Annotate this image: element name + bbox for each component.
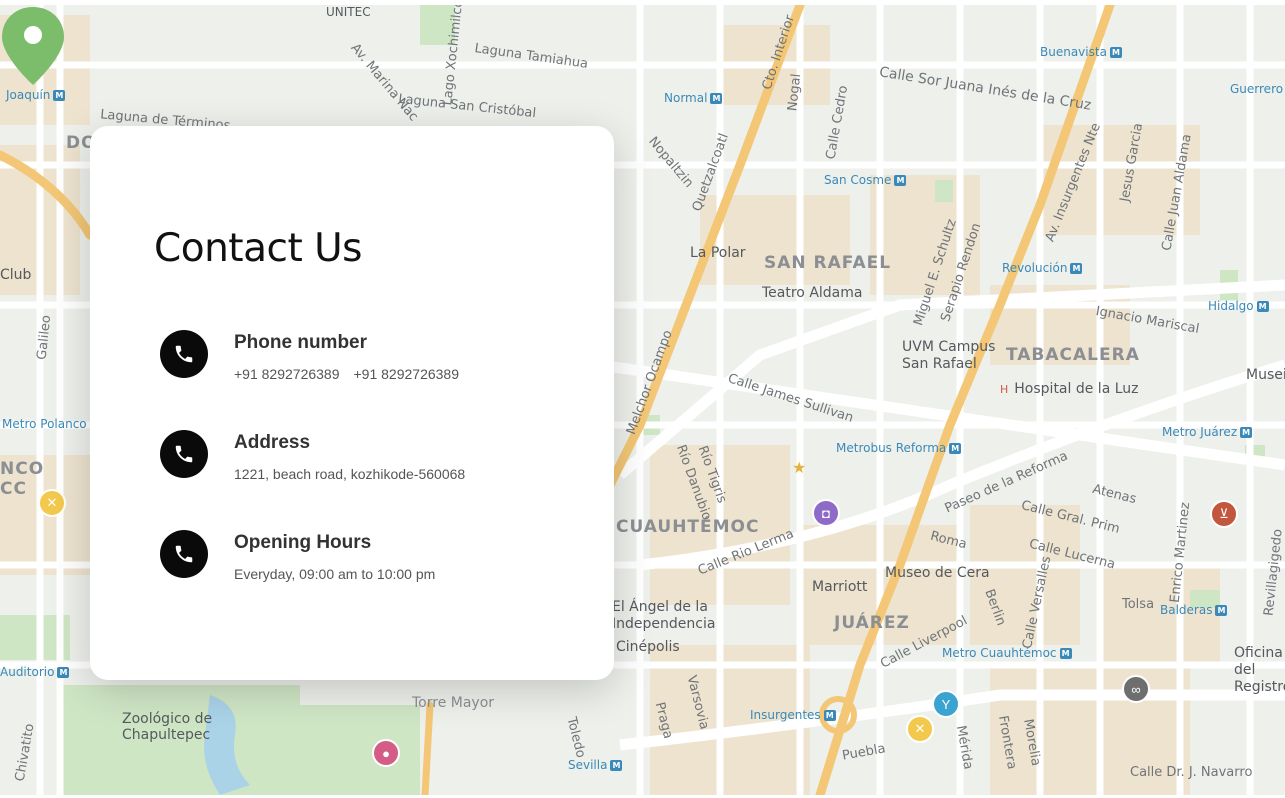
station-label[interactable]: Metrobus Reforma M <box>836 441 962 455</box>
area-label: SAN RAFAEL <box>764 253 892 273</box>
contact-value: 1221, beach road, kozhikode-560068 <box>234 466 466 482</box>
station-label[interactable]: Auditorio M <box>0 665 70 679</box>
place-label[interactable]: Museo de Cera <box>885 565 990 581</box>
place-label[interactable]: Musei <box>1246 367 1285 383</box>
contact-label: Phone number <box>234 332 368 353</box>
place-label[interactable]: Cinépolis <box>616 639 680 655</box>
place-label[interactable]: La Polar <box>690 245 746 261</box>
station-label[interactable]: Guerrero <box>1230 82 1283 96</box>
station-label[interactable]: San Cosme M <box>824 173 907 187</box>
place-label[interactable]: Teatro Aldama <box>762 285 862 301</box>
restaurant-icon[interactable]: ✕ <box>906 715 934 743</box>
place-label[interactable]: Marriott <box>812 579 867 595</box>
station-label[interactable]: Revolución M <box>1002 261 1083 275</box>
shopping-cart-icon[interactable]: ⊻ <box>1210 500 1238 528</box>
phone-link[interactable]: +91 8292726389 <box>354 366 460 382</box>
place-label[interactable]: El Ángel de la Independencia <box>612 599 715 633</box>
bar-icon[interactable]: Y <box>932 690 960 718</box>
contact-row-phone: Phone number +91 8292726389 +91 829272638… <box>160 330 580 390</box>
station-label[interactable]: Balderas M <box>1160 603 1228 617</box>
contact-value: +91 8292726389 +91 8292726389 <box>234 366 459 382</box>
station-label[interactable]: Hidalgo M <box>1208 299 1269 313</box>
place-label[interactable]: Club <box>0 267 31 283</box>
contact-label: Opening Hours <box>234 532 372 553</box>
station-label[interactable]: Normal M <box>664 91 723 105</box>
station-label[interactable]: Metro Cuauhtémoc M <box>942 646 1072 660</box>
contact-label: Address <box>234 432 311 453</box>
street-label: Tolsa <box>1122 597 1155 612</box>
star-icon[interactable]: ★ <box>792 458 806 477</box>
contact-row-hours: Opening Hours Everyday, 09:00 am to 10:0… <box>160 530 580 590</box>
street-label: Calle Dr. J. Navarro <box>1130 765 1253 780</box>
binoculars-icon[interactable]: ∞ <box>1122 675 1150 703</box>
station-label[interactable]: Metro Juárez M <box>1162 425 1253 439</box>
station-label[interactable]: Metro PolancoM <box>2 417 102 431</box>
contact-row-address: Address 1221, beach road, kozhikode-5600… <box>160 430 580 490</box>
area-label: JUÁREZ <box>834 613 910 633</box>
page-title: Contact Us <box>154 226 363 271</box>
station-label[interactable]: Buenavista M <box>1040 45 1122 59</box>
contact-value: Everyday, 09:00 am to 10:00 pm <box>234 566 436 582</box>
place-label[interactable]: Torre Mayor <box>412 695 494 711</box>
place-label[interactable]: Zoológico de Chapultepec <box>122 711 222 743</box>
area-label: TABACALERA <box>1006 345 1140 365</box>
area-label: CC <box>0 479 27 499</box>
phone-link[interactable]: +91 8292726389 <box>234 366 340 382</box>
area-label: NCO <box>0 459 45 479</box>
place-label: UNITEC <box>326 5 371 19</box>
area-label: CUAUHTÉMOC <box>616 517 760 537</box>
phone-icon <box>160 530 208 578</box>
station-label[interactable]: Insurgentes M <box>750 708 836 722</box>
contact-card: Contact Us Phone number +91 8292726389 +9… <box>90 126 614 680</box>
shopping-bag-icon[interactable]: ◘ <box>812 499 840 527</box>
place-label[interactable]: H Hospital de la Luz <box>1000 381 1139 397</box>
place-label[interactable]: UVM Campus San Rafael <box>902 339 1012 373</box>
station-label[interactable]: Joaquín M <box>6 88 66 102</box>
place-label[interactable]: Oficina del Registro <box>1234 645 1285 696</box>
location-pin-icon[interactable] <box>0 5 66 87</box>
phone-icon <box>160 430 208 478</box>
palette-icon[interactable]: ● <box>372 739 400 767</box>
station-label[interactable]: Sevilla M <box>568 758 623 772</box>
restaurant-icon[interactable]: ✕ <box>38 489 66 517</box>
phone-icon <box>160 330 208 378</box>
